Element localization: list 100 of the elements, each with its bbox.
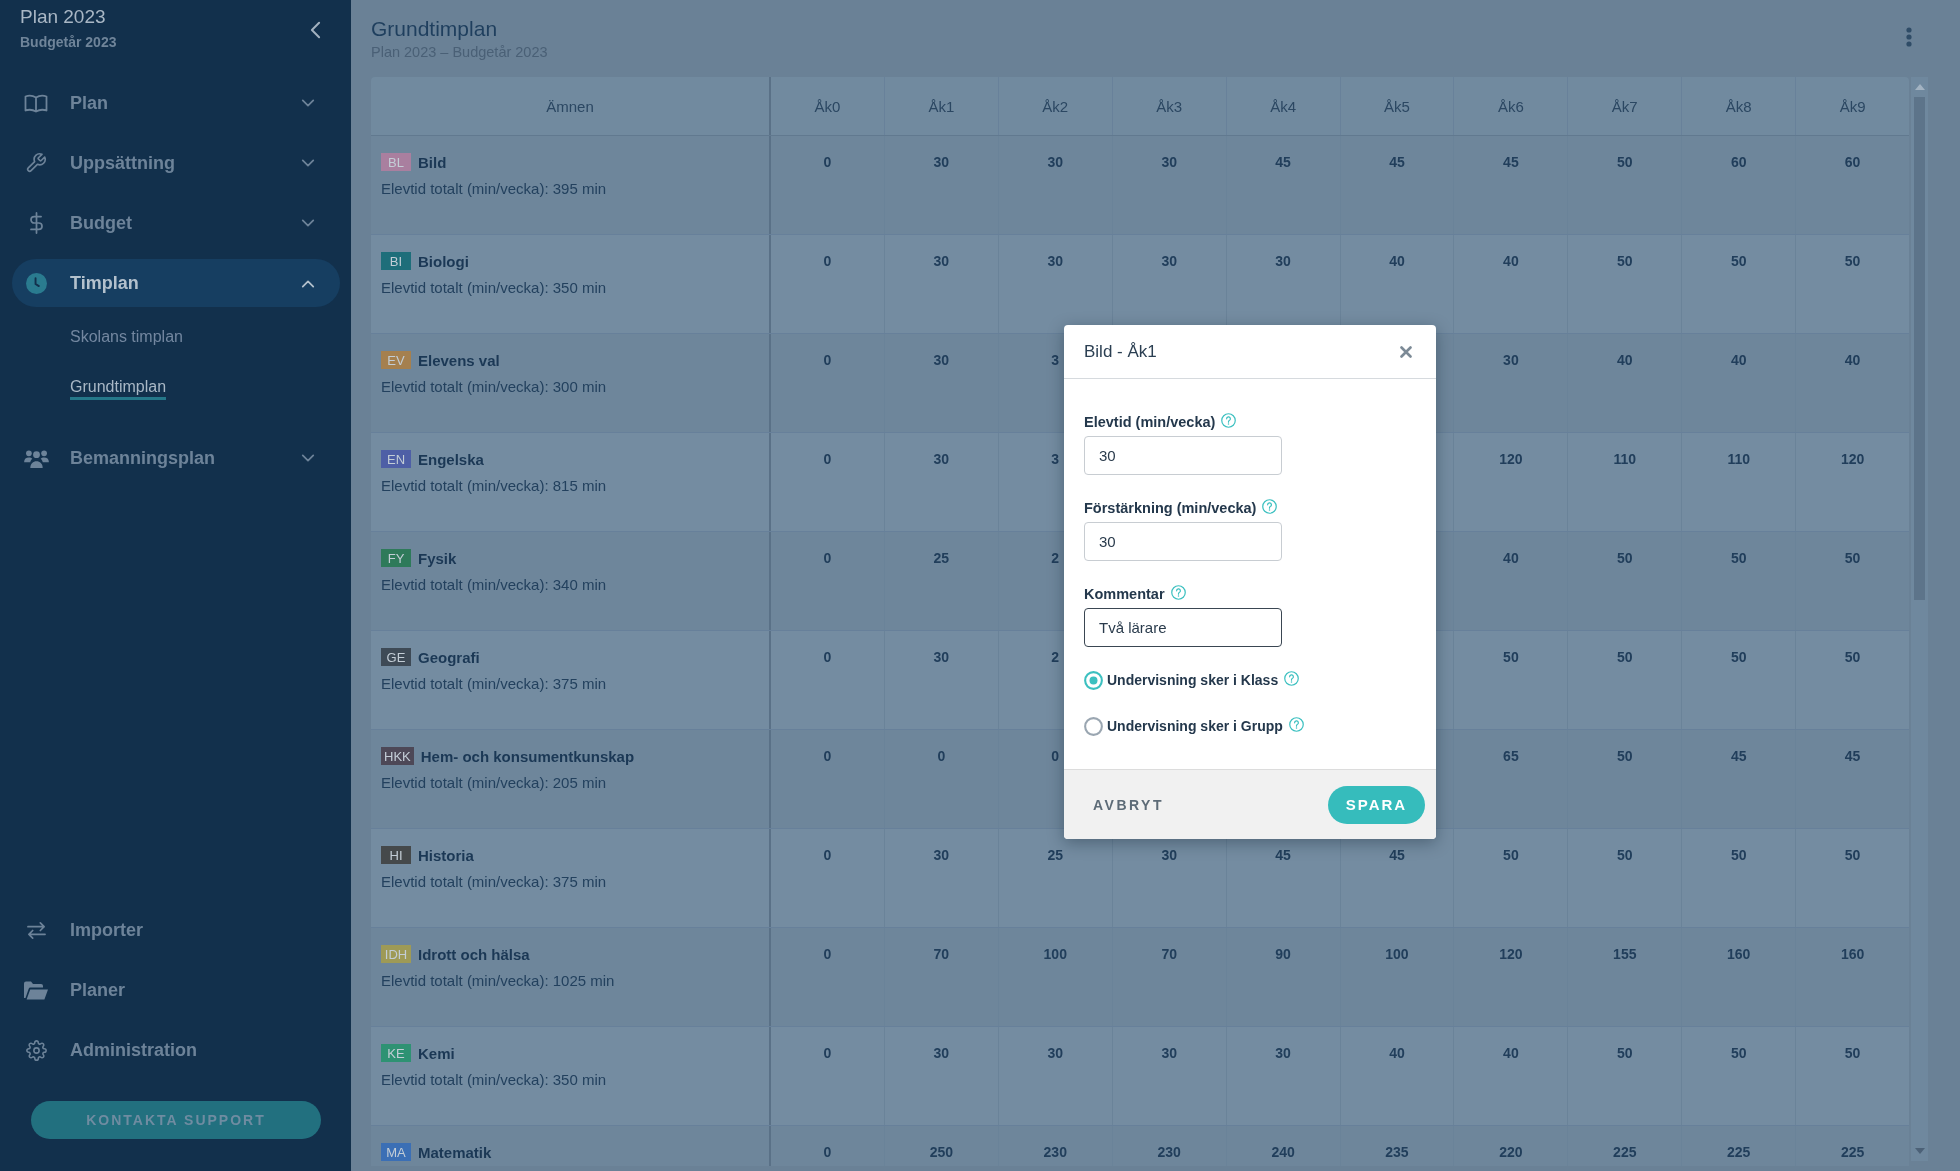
table-cell[interactable]: 30 (884, 136, 999, 234)
table-cell[interactable]: 30 (1454, 334, 1569, 432)
table-cell[interactable]: 30 (998, 1027, 1113, 1125)
table-cell[interactable]: 40 (1796, 334, 1909, 432)
table-cell[interactable]: 40 (1454, 235, 1569, 333)
table-cell[interactable]: 50 (1568, 730, 1683, 828)
table-cell[interactable]: 0 (771, 631, 885, 729)
table-cell[interactable]: 70 (1112, 928, 1227, 1026)
table-cell[interactable]: 50 (1682, 631, 1797, 729)
table-cell[interactable]: 0 (771, 730, 885, 828)
table-cell[interactable]: 0 (771, 1027, 885, 1125)
table-cell[interactable]: 100 (1340, 928, 1455, 1026)
table-cell[interactable]: 40 (1454, 1027, 1569, 1125)
table-cell[interactable]: 40 (1340, 1027, 1455, 1125)
input-field[interactable]: 30 (1084, 522, 1282, 561)
table-cell[interactable]: 30 (998, 136, 1113, 234)
more-options-icon[interactable] (1906, 27, 1912, 47)
table-cell[interactable]: 45 (1682, 730, 1797, 828)
nav-item[interactable]: Timplan (12, 259, 340, 307)
table-cell[interactable]: 30 (884, 235, 999, 333)
table-cell[interactable]: 120 (1454, 928, 1569, 1026)
submenu-item[interactable]: Skolans timplan (70, 324, 183, 350)
nav-item[interactable]: Plan (12, 79, 340, 127)
table-cell[interactable]: 50 (1796, 631, 1909, 729)
table-cell[interactable]: 50 (1568, 829, 1683, 927)
table-cell[interactable]: 30 (884, 433, 999, 531)
table-cell[interactable]: 230 (998, 1126, 1113, 1166)
table-cell[interactable]: 50 (1796, 235, 1909, 333)
table-cell[interactable]: 50 (1568, 532, 1683, 630)
table-cell[interactable]: 50 (1682, 829, 1797, 927)
table-cell[interactable]: 110 (1682, 433, 1797, 531)
table-cell[interactable]: 25 (884, 532, 999, 630)
table-cell[interactable]: 0 (771, 829, 885, 927)
table-cell[interactable]: 110 (1568, 433, 1683, 531)
table-cell[interactable]: 225 (1568, 1126, 1683, 1166)
table-cell[interactable]: 120 (1796, 433, 1909, 531)
table-cell[interactable]: 230 (1112, 1126, 1227, 1166)
table-cell[interactable]: 50 (1568, 631, 1683, 729)
help-icon[interactable] (1284, 670, 1300, 686)
table-cell[interactable]: 225 (1682, 1126, 1797, 1166)
input-field[interactable]: Två lärare (1084, 608, 1282, 647)
table-cell[interactable]: 30 (884, 631, 999, 729)
table-cell[interactable]: 50 (1796, 829, 1909, 927)
scroll-down-icon[interactable] (1914, 1148, 1925, 1154)
table-cell[interactable]: 0 (771, 532, 885, 630)
table-cell[interactable]: 30 (1112, 136, 1227, 234)
nav-item[interactable]: Importer (12, 906, 340, 954)
table-cell[interactable]: 250 (884, 1126, 999, 1166)
table-cell[interactable]: 0 (771, 136, 885, 234)
chevron-left-icon[interactable] (310, 21, 321, 39)
table-cell[interactable]: 120 (1454, 433, 1569, 531)
scroll-up-icon[interactable] (1914, 84, 1925, 90)
table-cell[interactable]: 0 (771, 334, 885, 432)
scrollbar[interactable] (1911, 77, 1928, 1161)
table-cell[interactable]: 50 (1682, 1027, 1797, 1125)
table-cell[interactable]: 45 (1226, 136, 1341, 234)
submenu-item[interactable]: Grundtimplan (70, 374, 167, 400)
help-icon[interactable] (1288, 716, 1304, 732)
table-cell[interactable]: 50 (1796, 1027, 1909, 1125)
radio-icon[interactable] (1084, 670, 1103, 690)
table-cell[interactable]: 50 (1682, 532, 1797, 630)
table-cell[interactable]: 240 (1226, 1126, 1341, 1166)
nav-item[interactable]: Budget (12, 199, 340, 247)
table-cell[interactable]: 0 (771, 235, 885, 333)
save-button[interactable]: SPARA (1328, 785, 1425, 824)
table-cell[interactable]: 0 (771, 433, 885, 531)
table-cell[interactable]: 40 (1682, 334, 1797, 432)
nav-item[interactable]: Bemanningsplan (12, 434, 340, 482)
radio-icon[interactable] (1084, 716, 1103, 736)
table-cell[interactable]: 220 (1454, 1126, 1569, 1166)
help-icon[interactable] (1262, 498, 1278, 514)
table-cell[interactable]: 0 (771, 928, 885, 1026)
table-cell[interactable]: 30 (1226, 1027, 1341, 1125)
table-cell[interactable]: 30 (884, 1027, 999, 1125)
input-field[interactable]: 30 (1084, 436, 1282, 475)
table-cell[interactable]: 235 (1340, 1126, 1455, 1166)
support-button[interactable]: KONTAKTA SUPPORT (31, 1101, 321, 1139)
close-icon[interactable] (1400, 345, 1412, 358)
nav-item[interactable]: Uppsättning (12, 139, 340, 187)
table-cell[interactable]: 50 (1568, 136, 1683, 234)
table-cell[interactable]: 30 (884, 829, 999, 927)
table-cell[interactable]: 50 (1568, 235, 1683, 333)
table-cell[interactable]: 155 (1568, 928, 1683, 1026)
table-cell[interactable]: 50 (1568, 1027, 1683, 1125)
table-cell[interactable]: 50 (1454, 631, 1569, 729)
table-cell[interactable]: 60 (1796, 136, 1909, 234)
table-cell[interactable]: 30 (884, 334, 999, 432)
table-cell[interactable]: 50 (1682, 235, 1797, 333)
table-cell[interactable]: 65 (1454, 730, 1569, 828)
table-cell[interactable]: 70 (884, 928, 999, 1026)
table-cell[interactable]: 50 (1796, 532, 1909, 630)
table-cell[interactable]: 90 (1226, 928, 1341, 1026)
nav-item[interactable]: Administration (12, 1026, 340, 1074)
table-cell[interactable]: 160 (1796, 928, 1909, 1026)
table-cell[interactable]: 0 (771, 1126, 885, 1166)
help-icon[interactable] (1221, 412, 1237, 428)
table-cell[interactable]: 50 (1454, 829, 1569, 927)
nav-item[interactable]: Planer (12, 966, 340, 1014)
table-cell[interactable]: 225 (1796, 1126, 1909, 1166)
table-cell[interactable]: 60 (1682, 136, 1797, 234)
